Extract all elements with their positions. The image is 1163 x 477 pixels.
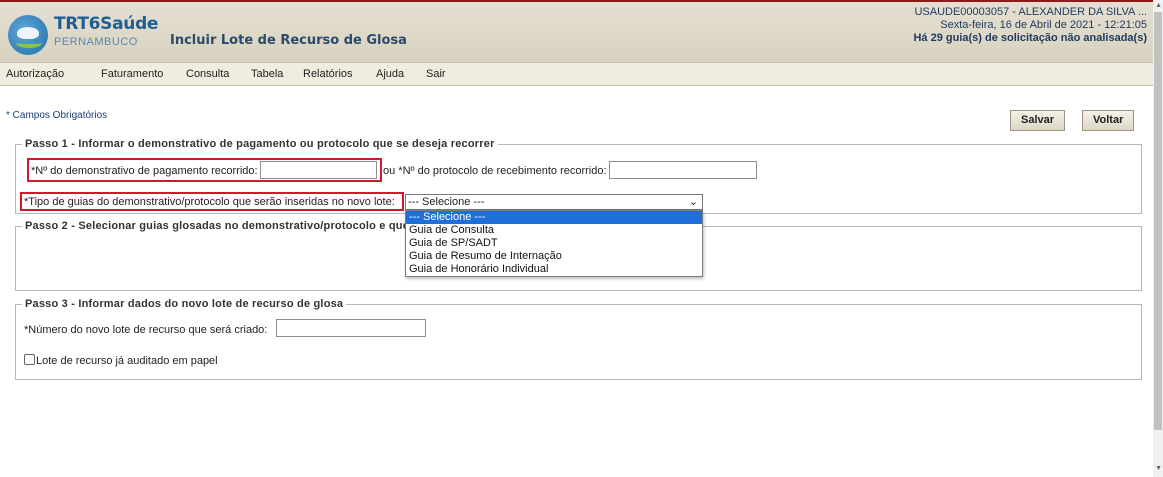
logo-title: TRT6Saúde <box>54 14 159 34</box>
scroll-up-icon[interactable]: ▲ <box>1155 2 1162 9</box>
user-name: USAUDE00003057 - ALEXANDER DA SILVA ... <box>914 6 1147 18</box>
protocolo-label: ou *Nº do protocolo de recebimento recor… <box>383 165 607 177</box>
current-date: Sexta-feira, 16 de Abril de 2021 - 12:21… <box>940 19 1147 31</box>
vertical-scrollbar[interactable]: ▲ ▼ <box>1153 0 1163 477</box>
step1-legend: Passo 1 - Informar o demonstrativo de pa… <box>25 138 495 150</box>
menu-item-faturamento[interactable]: Faturamento <box>101 68 163 80</box>
option-guia-resumo-internacao[interactable]: Guia de Resumo de Internação <box>406 250 702 263</box>
save-button[interactable]: Salvar <box>1010 110 1066 131</box>
menu-item-sair[interactable]: Sair <box>426 68 446 80</box>
scroll-thumb[interactable] <box>1154 12 1162 430</box>
protocolo-input[interactable] <box>609 161 757 179</box>
back-button[interactable]: Voltar <box>1082 110 1135 131</box>
tipo-guias-highlight <box>20 192 404 211</box>
auditado-checkbox[interactable] <box>24 354 35 365</box>
logo-swoosh-icon <box>16 38 42 48</box>
menu-item-relatorios[interactable]: Relatórios <box>303 68 353 80</box>
lote-input[interactable] <box>276 319 426 337</box>
step3-fieldset: Passo 3 - Informar dados do novo lote de… <box>15 298 1142 380</box>
menu-bar: Autorização Faturamento Consulta Tabela … <box>0 62 1153 86</box>
logo-emblem-icon <box>8 15 48 55</box>
page-title: Incluir Lote de Recurso de Glosa <box>170 33 407 48</box>
pending-warning: Há 29 guia(s) de solicitação não analisa… <box>913 32 1147 44</box>
tipo-guias-options: --- Selecione --- Guia de Consulta Guia … <box>405 210 703 277</box>
user-info: USAUDE00003057 - ALEXANDER DA SILVA ... … <box>913 6 1147 45</box>
menu-item-ajuda[interactable]: Ajuda <box>376 68 404 80</box>
menu-item-consulta[interactable]: Consulta <box>186 68 229 80</box>
step3-legend: Passo 3 - Informar dados do novo lote de… <box>25 298 344 310</box>
tipo-guias-select[interactable]: --- Selecione --- ⌄ <box>405 194 703 210</box>
menu-item-tabela[interactable]: Tabela <box>251 68 283 80</box>
option-guia-honorario-individual[interactable]: Guia de Honorário Individual <box>406 263 702 276</box>
lote-label: *Número do novo lote de recurso que será… <box>24 324 268 336</box>
tipo-guias-selected: --- Selecione --- <box>408 196 485 208</box>
option-selecione[interactable]: --- Selecione --- <box>406 211 702 224</box>
header: TRT6Saúde PERNAMBUCO Incluir Lote de Rec… <box>0 0 1153 62</box>
option-guia-consulta[interactable]: Guia de Consulta <box>406 224 702 237</box>
option-guia-sp-sadt[interactable]: Guia de SP/SADT <box>406 237 702 250</box>
step2-legend: Passo 2 - Selecionar guias glosadas no d… <box>25 220 410 232</box>
auditado-label: Lote de recurso já auditado em papel <box>36 355 218 367</box>
scroll-down-icon[interactable]: ▼ <box>1155 465 1162 472</box>
demonstrativo-highlight <box>27 158 382 182</box>
logo-subtitle: PERNAMBUCO <box>54 36 138 48</box>
menu-item-autorizacao[interactable]: Autorização <box>6 68 64 80</box>
trt6-logo: TRT6Saúde PERNAMBUCO <box>8 12 158 56</box>
required-fields-note: * Campos Obrigatórios <box>6 110 108 121</box>
chevron-down-icon: ⌄ <box>688 196 698 208</box>
